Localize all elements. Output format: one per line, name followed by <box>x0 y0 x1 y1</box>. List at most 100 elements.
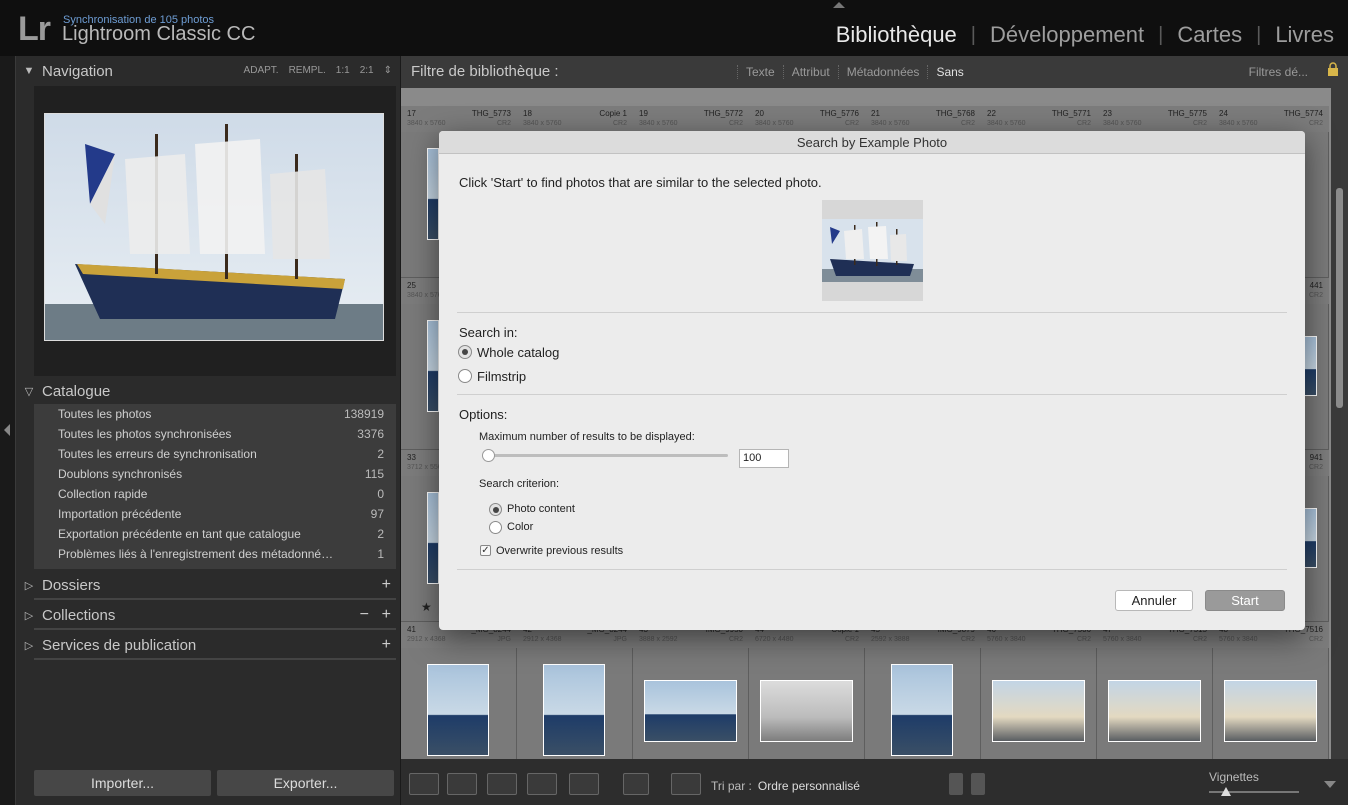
color-label[interactable]: Color <box>507 521 533 533</box>
export-button[interactable]: Exporter... <box>217 770 394 796</box>
photo-thumbnail[interactable] <box>891 664 953 756</box>
grid-cell[interactable]: 45IMG_98792592 x 3888CR2 <box>865 622 981 759</box>
photo-thumbnail[interactable] <box>1108 680 1201 742</box>
collections-header[interactable]: ▷ Collections − + <box>16 600 401 630</box>
whole-catalog-radio[interactable] <box>458 345 472 359</box>
folders-label: Dossiers <box>42 576 101 594</box>
compare-view-icon[interactable] <box>487 773 517 795</box>
filter-text[interactable]: Texte <box>737 65 783 79</box>
max-results-input[interactable]: 100 <box>739 449 789 468</box>
max-results-slider[interactable] <box>482 454 728 457</box>
expand-triangle-icon[interactable]: ▽ <box>16 385 42 398</box>
grid-cell[interactable]: 48THG_75165760 x 3840CR2 <box>1213 622 1329 759</box>
cell-index: 17 <box>407 109 416 118</box>
grid-cell[interactable]: 42_MG_82442912 x 4368JPG <box>517 622 633 759</box>
grid-view-icon[interactable] <box>409 773 439 795</box>
whole-catalog-label[interactable]: Whole catalog <box>477 345 559 360</box>
divider <box>457 312 1287 313</box>
grid-cell[interactable]: 44Copie 16720 x 4480CR2 <box>749 622 865 759</box>
filter-none[interactable]: Sans <box>927 65 971 79</box>
expand-triangle-icon[interactable]: ▷ <box>16 609 42 622</box>
grid-cell[interactable]: 43IMG_99503888 x 2592CR2 <box>633 622 749 759</box>
folders-header[interactable]: ▷ Dossiers + <box>16 570 401 600</box>
photo-thumbnail[interactable] <box>427 492 439 584</box>
sort-direction-icon[interactable] <box>671 773 701 795</box>
photo-content-label[interactable]: Photo content <box>507 503 575 515</box>
catalogue-item-metadata-problems[interactable]: Problèmes liés à l'enregistrement des mé… <box>34 544 396 564</box>
catalogue-item-synced-duplicates[interactable]: Doublons synchronisés 115 <box>34 464 396 484</box>
toolbar-menu-icon[interactable] <box>1324 781 1336 788</box>
painter-icon[interactable] <box>623 773 649 795</box>
lock-icon[interactable] <box>1327 62 1339 77</box>
filter-preset-dropdown[interactable]: Filtres dé... <box>1249 65 1308 79</box>
grid-cell[interactable]: 47THG_75155760 x 3840CR2 <box>1097 622 1213 759</box>
zoom-fill[interactable]: REMPL. <box>289 65 326 76</box>
start-button[interactable]: Start <box>1205 590 1285 611</box>
scrollbar-thumb[interactable] <box>1336 188 1343 408</box>
catalogue-item-previous-import[interactable]: Importation précédente 97 <box>34 504 396 524</box>
photo-thumbnail[interactable] <box>427 148 439 240</box>
catalogue-item-quick-collection[interactable]: Collection rapide 0 <box>34 484 396 504</box>
zoom-fit[interactable]: ADAPT. <box>244 65 279 76</box>
photo-thumbnail[interactable] <box>760 680 853 742</box>
reject-flag-icon[interactable] <box>971 773 985 795</box>
photo-thumbnail[interactable] <box>1303 508 1317 568</box>
overwrite-label[interactable]: Overwrite previous results <box>496 545 623 557</box>
collapse-top-panel-icon[interactable] <box>833 2 845 8</box>
photo-thumbnail[interactable] <box>427 320 439 412</box>
add-collection-icon[interactable]: + <box>382 606 391 624</box>
max-results-slider-knob[interactable] <box>482 449 495 462</box>
catalogue-item-synced-photos[interactable]: Toutes les photos synchronisées 3376 <box>34 424 396 444</box>
remove-collection-icon[interactable]: − <box>360 606 369 624</box>
photo-thumbnail[interactable] <box>1303 336 1317 396</box>
cell-extension: CR2 <box>728 120 743 127</box>
cell-dimensions: 3840 x 5760 <box>871 120 910 127</box>
publish-services-header[interactable]: ▷ Services de publication + <box>16 630 401 660</box>
filter-metadata[interactable]: Métadonnées <box>837 65 928 79</box>
photo-thumbnail[interactable] <box>427 664 489 756</box>
catalogue-item-sync-errors[interactable]: Toutes les erreurs de synchronisation 2 <box>34 444 396 464</box>
loupe-view-icon[interactable] <box>447 773 477 795</box>
photo-thumbnail[interactable] <box>644 680 737 742</box>
catalogue-item-all-photos[interactable]: Toutes les photos 138919 <box>34 404 396 424</box>
grid-cell[interactable]: 41_MG_82442912 x 4368JPG <box>401 622 517 759</box>
photo-thumbnail[interactable] <box>992 680 1085 742</box>
catalogue-item-previous-export[interactable]: Exportation précédente en tant que catal… <box>34 524 396 544</box>
overwrite-checkbox[interactable]: ✓ <box>480 545 491 556</box>
people-view-icon[interactable] <box>569 773 599 795</box>
photo-thumbnail[interactable] <box>543 664 605 756</box>
expand-triangle-icon[interactable]: ▷ <box>16 639 42 652</box>
sort-control[interactable]: Tri par : Ordre personnalisé <box>711 779 860 793</box>
survey-view-icon[interactable] <box>527 773 557 795</box>
module-library[interactable]: Bibliothèque <box>836 22 957 48</box>
navigator-photo[interactable] <box>44 113 384 341</box>
star-rating-icon[interactable]: ★ <box>421 600 432 614</box>
import-button[interactable]: Importer... <box>34 770 211 796</box>
module-develop[interactable]: Développement <box>990 22 1144 48</box>
module-map[interactable]: Cartes <box>1177 22 1242 48</box>
photo-content-radio[interactable] <box>489 503 502 516</box>
zoom-2-1[interactable]: 2:1 <box>360 65 374 76</box>
add-folder-icon[interactable]: + <box>382 576 391 594</box>
color-radio[interactable] <box>489 521 502 534</box>
zoom-1-1[interactable]: 1:1 <box>336 65 350 76</box>
collapse-left-panel-icon[interactable] <box>4 424 10 436</box>
filmstrip-label[interactable]: Filmstrip <box>477 369 526 384</box>
sort-value[interactable]: Ordre personnalisé <box>758 779 860 793</box>
grid-scrollbar[interactable] <box>1331 88 1348 759</box>
zoom-stepper-icon[interactable]: ⇕ <box>384 65 392 76</box>
photo-thumbnail[interactable] <box>1224 680 1317 742</box>
filter-attribute[interactable]: Attribut <box>782 65 838 79</box>
catalogue-header[interactable]: ▽ Catalogue <box>16 376 401 406</box>
expand-triangle-icon[interactable]: ▼ <box>16 65 42 77</box>
cancel-button[interactable]: Annuler <box>1115 590 1193 611</box>
module-book[interactable]: Livres <box>1275 22 1334 48</box>
flag-icon[interactable] <box>949 773 963 795</box>
expand-triangle-icon[interactable]: ▷ <box>16 579 42 592</box>
search-in-label: Search in: <box>459 325 518 340</box>
navigator-preview[interactable] <box>34 86 396 376</box>
grid-cell[interactable]: 46THG_75065760 x 3840CR2 <box>981 622 1097 759</box>
add-publish-service-icon[interactable]: + <box>382 636 391 654</box>
thumbnail-size-knob[interactable] <box>1221 787 1231 796</box>
filmstrip-radio[interactable] <box>458 369 472 383</box>
